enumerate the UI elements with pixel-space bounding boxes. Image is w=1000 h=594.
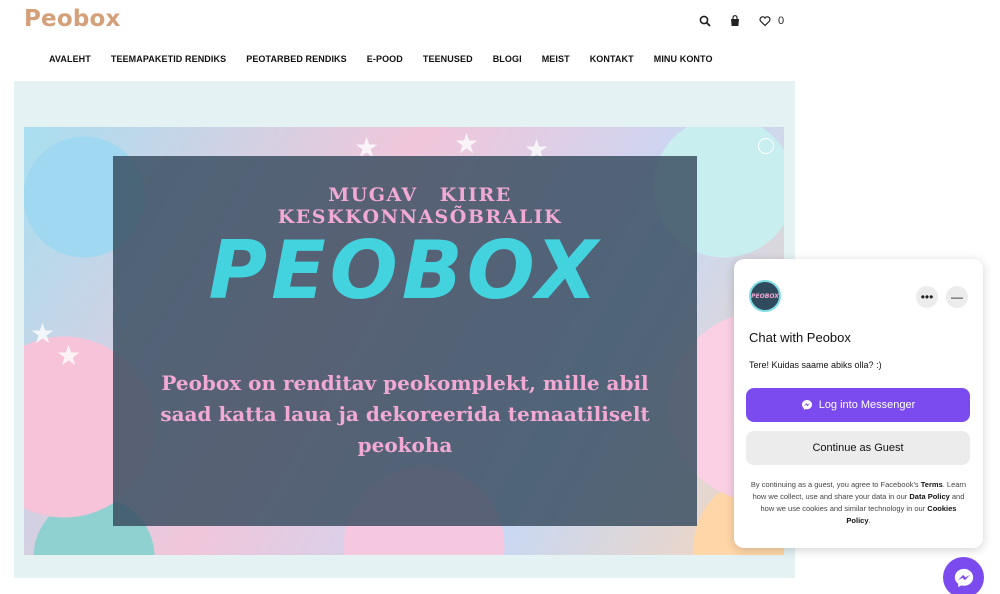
messenger-icon	[954, 568, 973, 587]
hero-description: Peobox on renditav peokomplekt, mille ab…	[160, 371, 650, 457]
page: Peobox 0 AVALEHT TEEMAPAKETID RENDIKS PE…	[0, 0, 1000, 594]
data-policy-link[interactable]: Data Policy	[909, 492, 949, 501]
wishlist-count: 0	[778, 15, 785, 27]
nav-item-kontakt[interactable]: KONTAKT	[590, 54, 634, 64]
hero-banner: ★ ★ ★ ★ ★ MUGAV KIIRE KESKKONNASÕBRALIK …	[24, 127, 784, 555]
terms-link[interactable]: Terms	[921, 480, 943, 489]
slider-indicator[interactable]	[758, 138, 774, 154]
hero-tagline: MUGAV KIIRE KESKKONNASÕBRALIK	[277, 184, 563, 228]
main-nav: AVALEHT TEEMAPAKETID RENDIKS PEOTARBED R…	[49, 54, 733, 64]
chat-title: Chat with Peobox	[749, 330, 851, 345]
login-messenger-label: Log into Messenger	[818, 399, 916, 411]
nav-item-avaleht[interactable]: AVALEHT	[49, 54, 91, 64]
header-icons: 0	[698, 12, 784, 30]
chat-legal-text: By continuing as a guest, you agree to F…	[748, 479, 969, 527]
nav-item-blogi[interactable]: BLOGI	[493, 54, 522, 64]
cart-icon[interactable]	[728, 12, 742, 30]
more-options-icon[interactable]: •••	[916, 286, 938, 308]
nav-item-teemapaketid[interactable]: TEEMAPAKETID RENDIKS	[111, 54, 226, 64]
continue-guest-button[interactable]: Continue as Guest	[746, 431, 970, 465]
messenger-launcher-button[interactable]	[943, 557, 984, 594]
chat-greeting: Tere! Kuidas saame abiks olla? :)	[749, 360, 882, 370]
nav-item-teenused[interactable]: TEENUSED	[423, 54, 473, 64]
nav-item-peotarbed[interactable]: PEOTARBED RENDIKS	[246, 54, 347, 64]
star-decoration: ★	[30, 318, 56, 349]
site-logo[interactable]: Peobox	[24, 6, 121, 32]
chat-avatar: PEOBOX	[749, 280, 781, 312]
hero-section: ★ ★ ★ ★ ★ MUGAV KIIRE KESKKONNASÕBRALIK …	[14, 81, 795, 578]
login-messenger-button[interactable]: Log into Messenger	[746, 388, 970, 422]
search-icon[interactable]	[698, 12, 712, 30]
chat-widget: PEOBOX ••• — Chat with Peobox Tere! Kuid…	[734, 259, 983, 548]
legal-text-4: .	[868, 516, 871, 525]
star-decoration: ★	[56, 340, 82, 371]
hero-title: PEOBOX	[208, 224, 602, 317]
nav-item-e-pood[interactable]: E-POOD	[367, 54, 403, 64]
minimize-icon[interactable]: —	[946, 286, 968, 308]
hero-overlay: MUGAV KIIRE KESKKONNASÕBRALIK PEOBOX Peo…	[113, 156, 697, 526]
heart-icon[interactable]	[758, 12, 772, 30]
legal-text-1: By continuing as a guest, you agree to F…	[750, 480, 919, 489]
nav-item-meist[interactable]: MEIST	[542, 54, 570, 64]
messenger-icon	[801, 400, 812, 410]
nav-item-minu-konto[interactable]: MINU KONTO	[654, 54, 713, 64]
